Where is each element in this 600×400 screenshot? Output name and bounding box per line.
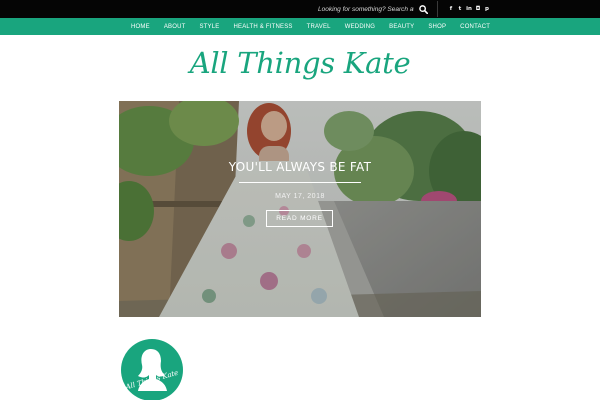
top-bar: f t in ◘ p [0,0,600,18]
social-links: f t in ◘ p [448,0,490,18]
pinterest-icon[interactable]: p [484,5,490,13]
nav-item-beauty[interactable]: BEAUTY [382,24,421,30]
topbar-divider [437,1,438,17]
search-input[interactable] [318,2,414,16]
post-date: MAY 17, 2018 [275,193,325,200]
hero-photo [119,101,481,317]
site-logo[interactable]: All Things Kate [0,46,600,80]
post-title[interactable]: YOU'LL ALWAYS BE FAT [0,160,600,174]
title-divider [239,182,361,183]
twitter-icon[interactable]: t [457,5,463,13]
featured-post-image[interactable] [119,101,481,317]
linkedin-icon[interactable]: in [466,5,472,13]
nav-item-home[interactable]: HOME [124,24,157,30]
nav-item-wedding[interactable]: WEDDING [338,24,382,30]
nav-list: HOME ABOUT STYLE HEALTH & FITNESS TRAVEL… [124,18,497,35]
nav-item-health-fitness[interactable]: HEALTH & FITNESS [227,24,300,30]
nav-item-about[interactable]: ABOUT [157,24,193,30]
instagram-icon[interactable]: ◘ [475,5,481,13]
read-more-button[interactable]: READ MORE [266,210,333,227]
search-area [318,0,428,18]
search-icon[interactable] [417,3,429,15]
nav-item-shop[interactable]: SHOP [421,24,453,30]
nav-item-travel[interactable]: TRAVEL [300,24,338,30]
nav-item-contact[interactable]: CONTACT [453,24,497,30]
main-nav: HOME ABOUT STYLE HEALTH & FITNESS TRAVEL… [0,18,600,35]
facebook-icon[interactable]: f [448,5,454,13]
nav-item-style[interactable]: STYLE [192,24,226,30]
